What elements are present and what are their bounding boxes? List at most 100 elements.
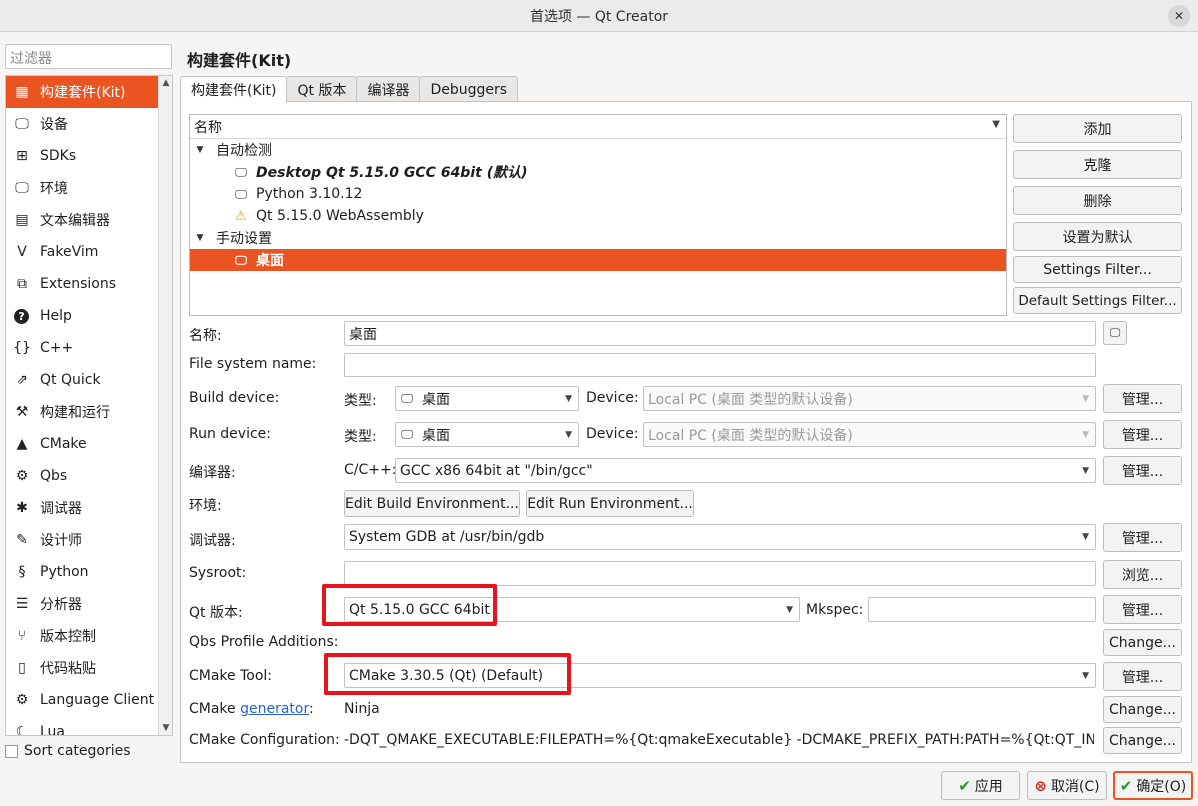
tree-group-label: 手动设置: [216, 231, 272, 247]
cmake-generator-prefix: CMake: [189, 701, 241, 717]
debugger-value: System GDB at /usr/bin/gdb: [349, 529, 545, 545]
manage-cmake-tool-button[interactable]: 管理...: [1103, 662, 1182, 691]
sidebar-item-label: 分析器: [40, 597, 82, 613]
cancel-button[interactable]: ⊗ 取消(C): [1027, 771, 1107, 800]
sidebar-item[interactable]: ⇗ Qt Quick: [6, 364, 172, 396]
sidebar-item[interactable]: ⚒ 构建和运行: [6, 396, 172, 428]
sidebar-item-label: Python: [40, 564, 89, 580]
sidebar-item[interactable]: ☾ Lua: [6, 716, 172, 735]
cmake-generator-value: Ninja: [344, 701, 380, 717]
manage-compiler-button[interactable]: 管理...: [1103, 456, 1182, 485]
tab-qt-versions[interactable]: Qt 版本: [286, 76, 358, 102]
sidebar-item[interactable]: ? Help: [6, 300, 172, 332]
tree-group-label: 自动检测: [216, 143, 272, 159]
kit-item[interactable]: 🖵 Python 3.10.12: [190, 183, 1006, 205]
chevron-down-icon: ▼: [786, 604, 793, 615]
kit-item-selected[interactable]: 🖵 桌面: [190, 249, 1006, 271]
env-label: 环境:: [189, 498, 222, 514]
close-icon[interactable]: ✕: [1168, 5, 1190, 27]
sidebar-item[interactable]: {} C++: [6, 332, 172, 364]
ok-button[interactable]: ✔ 确定(O): [1113, 771, 1193, 800]
chevron-down-icon: ▼: [1082, 465, 1089, 476]
manage-qt-version-button[interactable]: 管理...: [1103, 595, 1182, 624]
qt-version-select[interactable]: Qt 5.15.0 GCC 64bit ▼: [344, 597, 800, 622]
edit-run-env-button[interactable]: Edit Run Environment...: [526, 490, 694, 517]
sidebar-item[interactable]: ⚙ Qbs: [6, 460, 172, 492]
cmake-tool-select[interactable]: CMake 3.30.5 (Qt) (Default) ▼: [344, 663, 1096, 688]
compiler-select[interactable]: GCC x86 64bit at "/bin/gcc" ▼: [395, 458, 1096, 483]
run-type-value: 桌面: [422, 427, 450, 444]
sidebar-item[interactable]: ✎ 设计师: [6, 524, 172, 556]
apply-button[interactable]: ✔ 应用: [941, 771, 1020, 800]
sidebar-item[interactable]: ☰ 分析器: [6, 588, 172, 620]
qbs-icon: ⚙: [15, 468, 29, 484]
expand-triangle-icon[interactable]: ▼: [194, 233, 206, 243]
kit-item[interactable]: 🖵 Desktop Qt 5.15.0 GCC 64bit (默认): [190, 161, 1006, 183]
add-button[interactable]: 添加: [1013, 114, 1182, 143]
build-type-select[interactable]: 🖵 桌面 ▼: [395, 386, 579, 411]
name-field[interactable]: 桌面: [344, 321, 1096, 346]
sidebar-item[interactable]: ✱ 调试器: [6, 492, 172, 524]
sidebar-item[interactable]: ▯ 代码粘贴: [6, 652, 172, 684]
sidebar-item[interactable]: § Python: [6, 556, 172, 588]
change-cmake-config-button[interactable]: Change...: [1103, 727, 1182, 754]
mkspec-label: Mkspec:: [806, 602, 864, 618]
sysroot-field[interactable]: [344, 561, 1096, 586]
sidebar-item-label: 文本编辑器: [40, 213, 110, 229]
kit-item[interactable]: ⚠ Qt 5.15.0 WebAssembly: [190, 205, 1006, 227]
debugger-select[interactable]: System GDB at /usr/bin/gdb ▼: [344, 524, 1096, 550]
sidebar-item-label: 调试器: [40, 501, 82, 517]
tab-debuggers[interactable]: Debuggers: [419, 76, 519, 102]
chevron-down-icon[interactable]: ▼: [992, 119, 1000, 130]
monitor-icon: 🖵: [235, 186, 247, 201]
sidebar-item-label: Language Client: [40, 692, 155, 708]
fakevim-icon: V: [17, 244, 27, 260]
change-qbs-button[interactable]: Change...: [1103, 629, 1182, 656]
set-default-button[interactable]: 设置为默认: [1013, 222, 1182, 251]
sidebar-item[interactable]: ▲ CMake: [6, 428, 172, 460]
mkspec-field[interactable]: [868, 597, 1096, 622]
kit-icon-button[interactable]: 🖵: [1103, 321, 1127, 345]
sidebar-item[interactable]: ⧉ Extensions: [6, 268, 172, 300]
kit-tree-header[interactable]: 名称 ▼: [190, 115, 1006, 139]
browse-sysroot-button[interactable]: 浏览...: [1103, 560, 1182, 589]
chevron-down-icon: ▼: [1082, 532, 1089, 542]
tree-group-manual[interactable]: ▼ 手动设置: [190, 227, 1006, 249]
compiler-lang-label: C/C++:: [344, 462, 397, 478]
manage-build-device-button[interactable]: 管理...: [1103, 384, 1182, 413]
sidebar-item[interactable]: ▤ 文本编辑器: [6, 204, 172, 236]
tab-compilers[interactable]: 编译器: [356, 76, 421, 102]
sidebar-item[interactable]: ⑂ 版本控制: [6, 620, 172, 652]
expand-triangle-icon[interactable]: ▼: [194, 145, 206, 155]
sidebar-item[interactable]: ⚙ Language Client: [6, 684, 172, 716]
sidebar-item[interactable]: V FakeVim: [6, 236, 172, 268]
sort-categories[interactable]: Sort categories: [5, 743, 131, 759]
cmake-generator-link[interactable]: generator: [240, 701, 309, 717]
debugger-label: 调试器:: [189, 533, 236, 549]
tree-group-auto[interactable]: ▼ 自动检测: [190, 139, 1006, 161]
sort-categories-checkbox[interactable]: [5, 744, 18, 758]
manage-debugger-button[interactable]: 管理...: [1103, 523, 1182, 552]
scroll-down-icon[interactable]: ▼: [159, 721, 172, 735]
manage-run-device-button[interactable]: 管理...: [1103, 420, 1182, 449]
delete-button[interactable]: 删除: [1013, 186, 1182, 215]
category-scrollbar[interactable]: ▲ ▼: [158, 76, 172, 735]
kit-item-label: Desktop Qt 5.15.0 GCC 64bit (默认): [256, 165, 528, 181]
filter-input[interactable]: 过滤器: [5, 44, 172, 69]
window-titlebar: 首选项 — Qt Creator ✕: [0, 0, 1198, 32]
fs-name-field[interactable]: [344, 353, 1096, 377]
change-cmake-generator-button[interactable]: Change...: [1103, 696, 1182, 723]
window-title: 首选项 — Qt Creator: [529, 8, 669, 25]
tab-kits[interactable]: 构建套件(Kit): [180, 76, 288, 103]
scroll-up-icon[interactable]: ▲: [159, 76, 172, 90]
clone-button[interactable]: 克隆: [1013, 150, 1182, 179]
sidebar-item[interactable]: ⊞ SDKs: [6, 140, 172, 172]
sidebar-item[interactable]: 🖵 环境: [6, 172, 172, 204]
sidebar-item[interactable]: ▦ 构建套件(Kit): [6, 76, 172, 108]
run-device-value: Local PC (桌面 类型的默认设备): [648, 427, 853, 444]
edit-build-env-button[interactable]: Edit Build Environment...: [344, 490, 520, 517]
settings-filter-button[interactable]: Settings Filter...: [1013, 256, 1182, 283]
run-type-select[interactable]: 🖵 桌面 ▼: [395, 422, 579, 447]
default-settings-filter-button[interactable]: Default Settings Filter...: [1013, 287, 1182, 314]
sidebar-item[interactable]: 🖵 设备: [6, 108, 172, 140]
